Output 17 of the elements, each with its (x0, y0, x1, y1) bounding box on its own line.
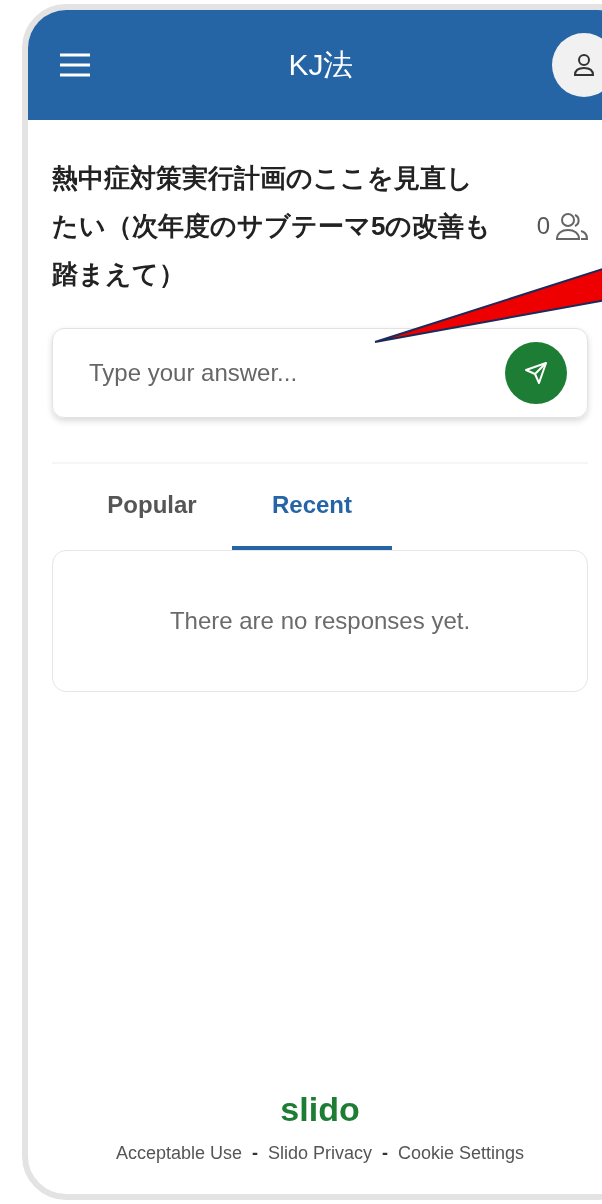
separator: - (382, 1143, 388, 1164)
tab[interactable]: Recent (232, 464, 392, 550)
empty-message: There are no responses yet. (169, 607, 471, 635)
tab[interactable]: Popular (72, 464, 232, 550)
participant-count: 0 (536, 212, 550, 240)
separator: - (251, 1143, 258, 1164)
user-icon[interactable] (573, 53, 595, 77)
header-title: KJ法 (288, 46, 354, 83)
slido-logo: slido (280, 1090, 360, 1129)
footer-link[interactable]: Acceptable Use (115, 1143, 242, 1164)
people-icon (556, 212, 588, 240)
footer-link[interactable]: Slido Privacy (267, 1143, 372, 1164)
footer-link[interactable]: Cookie Settings (398, 1143, 525, 1164)
send-icon[interactable] (524, 361, 548, 385)
menu-icon[interactable] (60, 53, 90, 77)
profile-button[interactable] (552, 33, 602, 97)
question-text: 熱中症対策実行計画のここを見直したい（次年度のサブテーマ5の改善も踏まえて） (52, 162, 492, 291)
